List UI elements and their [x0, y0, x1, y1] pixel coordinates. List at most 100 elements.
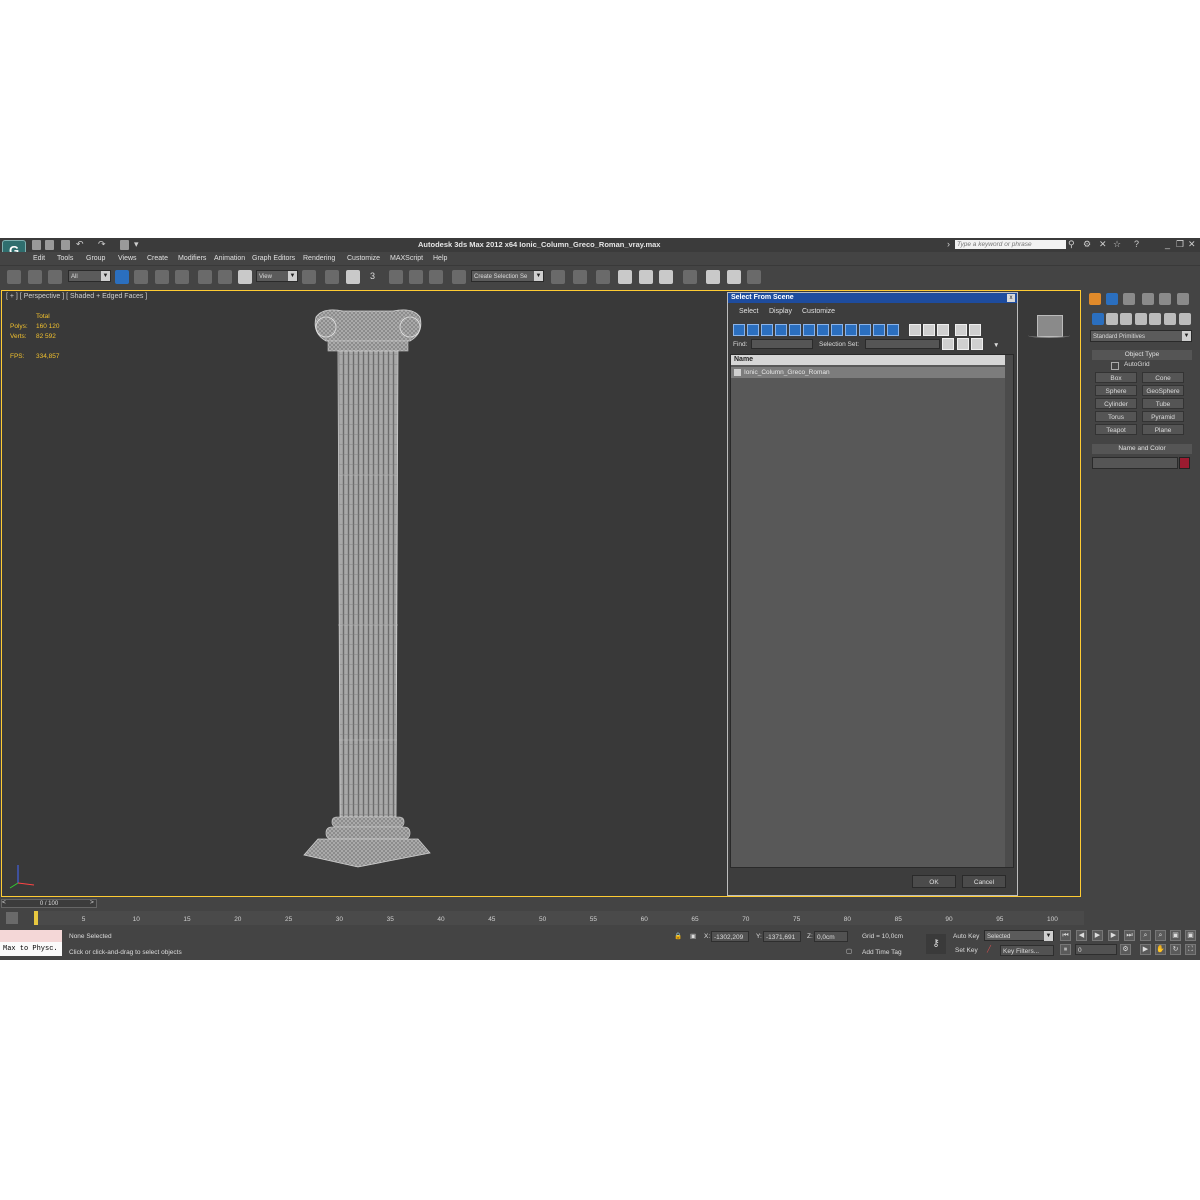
autogrid-checkbox[interactable] — [1111, 362, 1119, 370]
selection-filter-dropdown[interactable]: All ▼ — [68, 270, 111, 282]
options-chevron-icon[interactable]: ▼ — [993, 342, 999, 349]
modify-tab-icon[interactable] — [1106, 293, 1118, 305]
zoom-icon[interactable]: ⌕ — [1140, 930, 1151, 941]
viewcube-compass-icon[interactable] — [1028, 333, 1070, 338]
object-name-input[interactable] — [1092, 457, 1178, 469]
select-by-name-icon[interactable] — [134, 270, 148, 284]
binoculars-icon[interactable]: ⚲ — [1068, 239, 1075, 250]
zoom-all-icon[interactable]: ⌕ — [1155, 930, 1166, 941]
menu-create[interactable]: Create — [147, 255, 168, 262]
helpers-category-icon[interactable] — [1149, 313, 1161, 325]
display-helpers-icon[interactable] — [789, 324, 801, 336]
menu-customize[interactable]: Customize — [347, 255, 380, 262]
selection-set-dropdown[interactable] — [865, 339, 940, 349]
menu-help[interactable]: Help — [433, 255, 447, 262]
select-object-icon[interactable] — [115, 270, 129, 284]
name-and-color-rollout[interactable]: Name and Color — [1092, 444, 1192, 454]
minimize-icon[interactable]: _ — [1165, 239, 1170, 250]
display-containers-icon[interactable] — [859, 324, 871, 336]
close-window-icon[interactable]: ✕ — [1188, 239, 1196, 250]
hierarchy-tab-icon[interactable] — [1123, 293, 1135, 305]
display-tab-icon[interactable] — [1159, 293, 1171, 305]
time-slider[interactable]: 0 / 100 — [1, 899, 97, 908]
utilities-tab-icon[interactable] — [1177, 293, 1189, 305]
box-button[interactable]: Box — [1095, 372, 1137, 383]
align-icon[interactable] — [573, 270, 587, 284]
mirror-icon[interactable] — [551, 270, 565, 284]
ionic-column-model[interactable] — [298, 305, 438, 883]
cameras-category-icon[interactable] — [1135, 313, 1147, 325]
zoom-extents-all-icon[interactable]: ▣ — [1185, 930, 1196, 941]
z-coordinate-field[interactable]: 0,0cm — [814, 931, 848, 942]
select-and-manipulate-icon[interactable] — [325, 270, 339, 284]
display-lights-icon[interactable] — [761, 324, 773, 336]
object-type-rollout[interactable]: Object Type — [1092, 350, 1192, 360]
menu-edit[interactable]: Edit — [33, 255, 45, 262]
lock-selection-icon[interactable]: 🔒 — [674, 932, 682, 940]
rendered-frame-window-icon[interactable] — [727, 270, 741, 284]
dialog-menu-display[interactable]: Display — [769, 308, 792, 315]
pan-view-icon[interactable]: ✋ — [1155, 944, 1166, 955]
menu-animation[interactable]: Animation — [214, 255, 245, 262]
motion-tab-icon[interactable] — [1142, 293, 1154, 305]
display-groups-icon[interactable] — [817, 324, 829, 336]
time-tag-icon[interactable]: ▢ — [846, 947, 852, 955]
redo-icon[interactable]: ↷ — [98, 239, 106, 250]
lights-category-icon[interactable] — [1120, 313, 1132, 325]
time-slider-prev-icon[interactable]: < — [2, 899, 6, 906]
cone-button[interactable]: Cone — [1142, 372, 1184, 383]
zoom-extents-icon[interactable]: ▣ — [1170, 930, 1181, 941]
dialog-title[interactable]: Select From Scene — [728, 293, 1017, 303]
orbit-icon[interactable]: ↻ — [1170, 944, 1181, 955]
named-selection-sets-dropdown[interactable]: Create Selection Se ▼ — [471, 270, 544, 282]
percent-snap-icon[interactable] — [409, 270, 423, 284]
qat-dropdown-icon[interactable]: ▾ — [134, 239, 139, 250]
edit-named-selection-icon[interactable] — [452, 270, 466, 284]
new-file-icon[interactable] — [32, 240, 41, 250]
play-icon[interactable]: ▶ — [1092, 930, 1103, 941]
select-and-rotate-icon[interactable] — [218, 270, 232, 284]
time-cursor[interactable] — [34, 911, 38, 925]
cancel-button[interactable]: Cancel — [962, 875, 1006, 888]
absolute-mode-icon[interactable]: ▣ — [690, 932, 696, 940]
help-icon[interactable]: ? — [1134, 239, 1139, 250]
display-none-icon[interactable] — [923, 324, 935, 336]
search-arrow-icon[interactable]: › — [947, 239, 950, 250]
field-of-view-icon[interactable]: ▶ — [1140, 944, 1151, 955]
set-key-button[interactable]: Set Key — [953, 945, 983, 956]
time-slider-next-icon[interactable]: > — [90, 899, 94, 906]
menu-maxscript[interactable]: MAXScript — [390, 255, 423, 262]
infocenter-search-input[interactable]: Type a keyword or phrase — [955, 240, 1066, 249]
dialog-menu-customize[interactable]: Customize — [802, 308, 835, 315]
undo-icon[interactable]: ↶ — [76, 239, 84, 250]
maxscript-output[interactable]: Max to Physc. — [0, 942, 62, 956]
display-hidden-icon[interactable] — [887, 324, 899, 336]
display-all-icon[interactable] — [909, 324, 921, 336]
select-none-icon[interactable] — [957, 338, 969, 350]
select-and-move-icon[interactable] — [198, 270, 212, 284]
systems-category-icon[interactable] — [1179, 313, 1191, 325]
x-coordinate-field[interactable]: -1302,209 — [711, 931, 749, 942]
menu-tools[interactable]: Tools — [57, 255, 73, 262]
go-to-end-icon[interactable]: ⏭ — [1124, 930, 1135, 941]
project-folder-icon[interactable] — [120, 240, 129, 250]
pivot-point-icon[interactable] — [302, 270, 316, 284]
material-editor-icon[interactable] — [683, 270, 697, 284]
window-crossing-icon[interactable] — [175, 270, 189, 284]
maximize-viewport-icon[interactable]: ⛶ — [1185, 944, 1196, 955]
restore-icon[interactable]: ❐ — [1176, 239, 1184, 250]
bind-space-warp-icon[interactable] — [48, 270, 62, 284]
menu-modifiers[interactable]: Modifiers — [178, 255, 206, 262]
layer-manager-icon[interactable] — [596, 270, 610, 284]
add-time-tag-button[interactable]: Add Time Tag — [860, 947, 920, 958]
select-invert-icon[interactable] — [971, 338, 983, 350]
subscription-icon[interactable]: ⚙ — [1083, 239, 1091, 250]
display-geometry-icon[interactable] — [733, 324, 745, 336]
schematic-view-icon[interactable] — [659, 270, 673, 284]
key-mode-toggle-icon[interactable]: ⏸ — [1060, 944, 1071, 955]
display-xrefs-icon[interactable] — [831, 324, 843, 336]
torus-button[interactable]: Torus — [1095, 411, 1137, 422]
mini-curve-editor-icon[interactable] — [6, 912, 18, 924]
auto-key-button[interactable]: Auto Key — [951, 931, 983, 942]
shapes-category-icon[interactable] — [1106, 313, 1118, 325]
